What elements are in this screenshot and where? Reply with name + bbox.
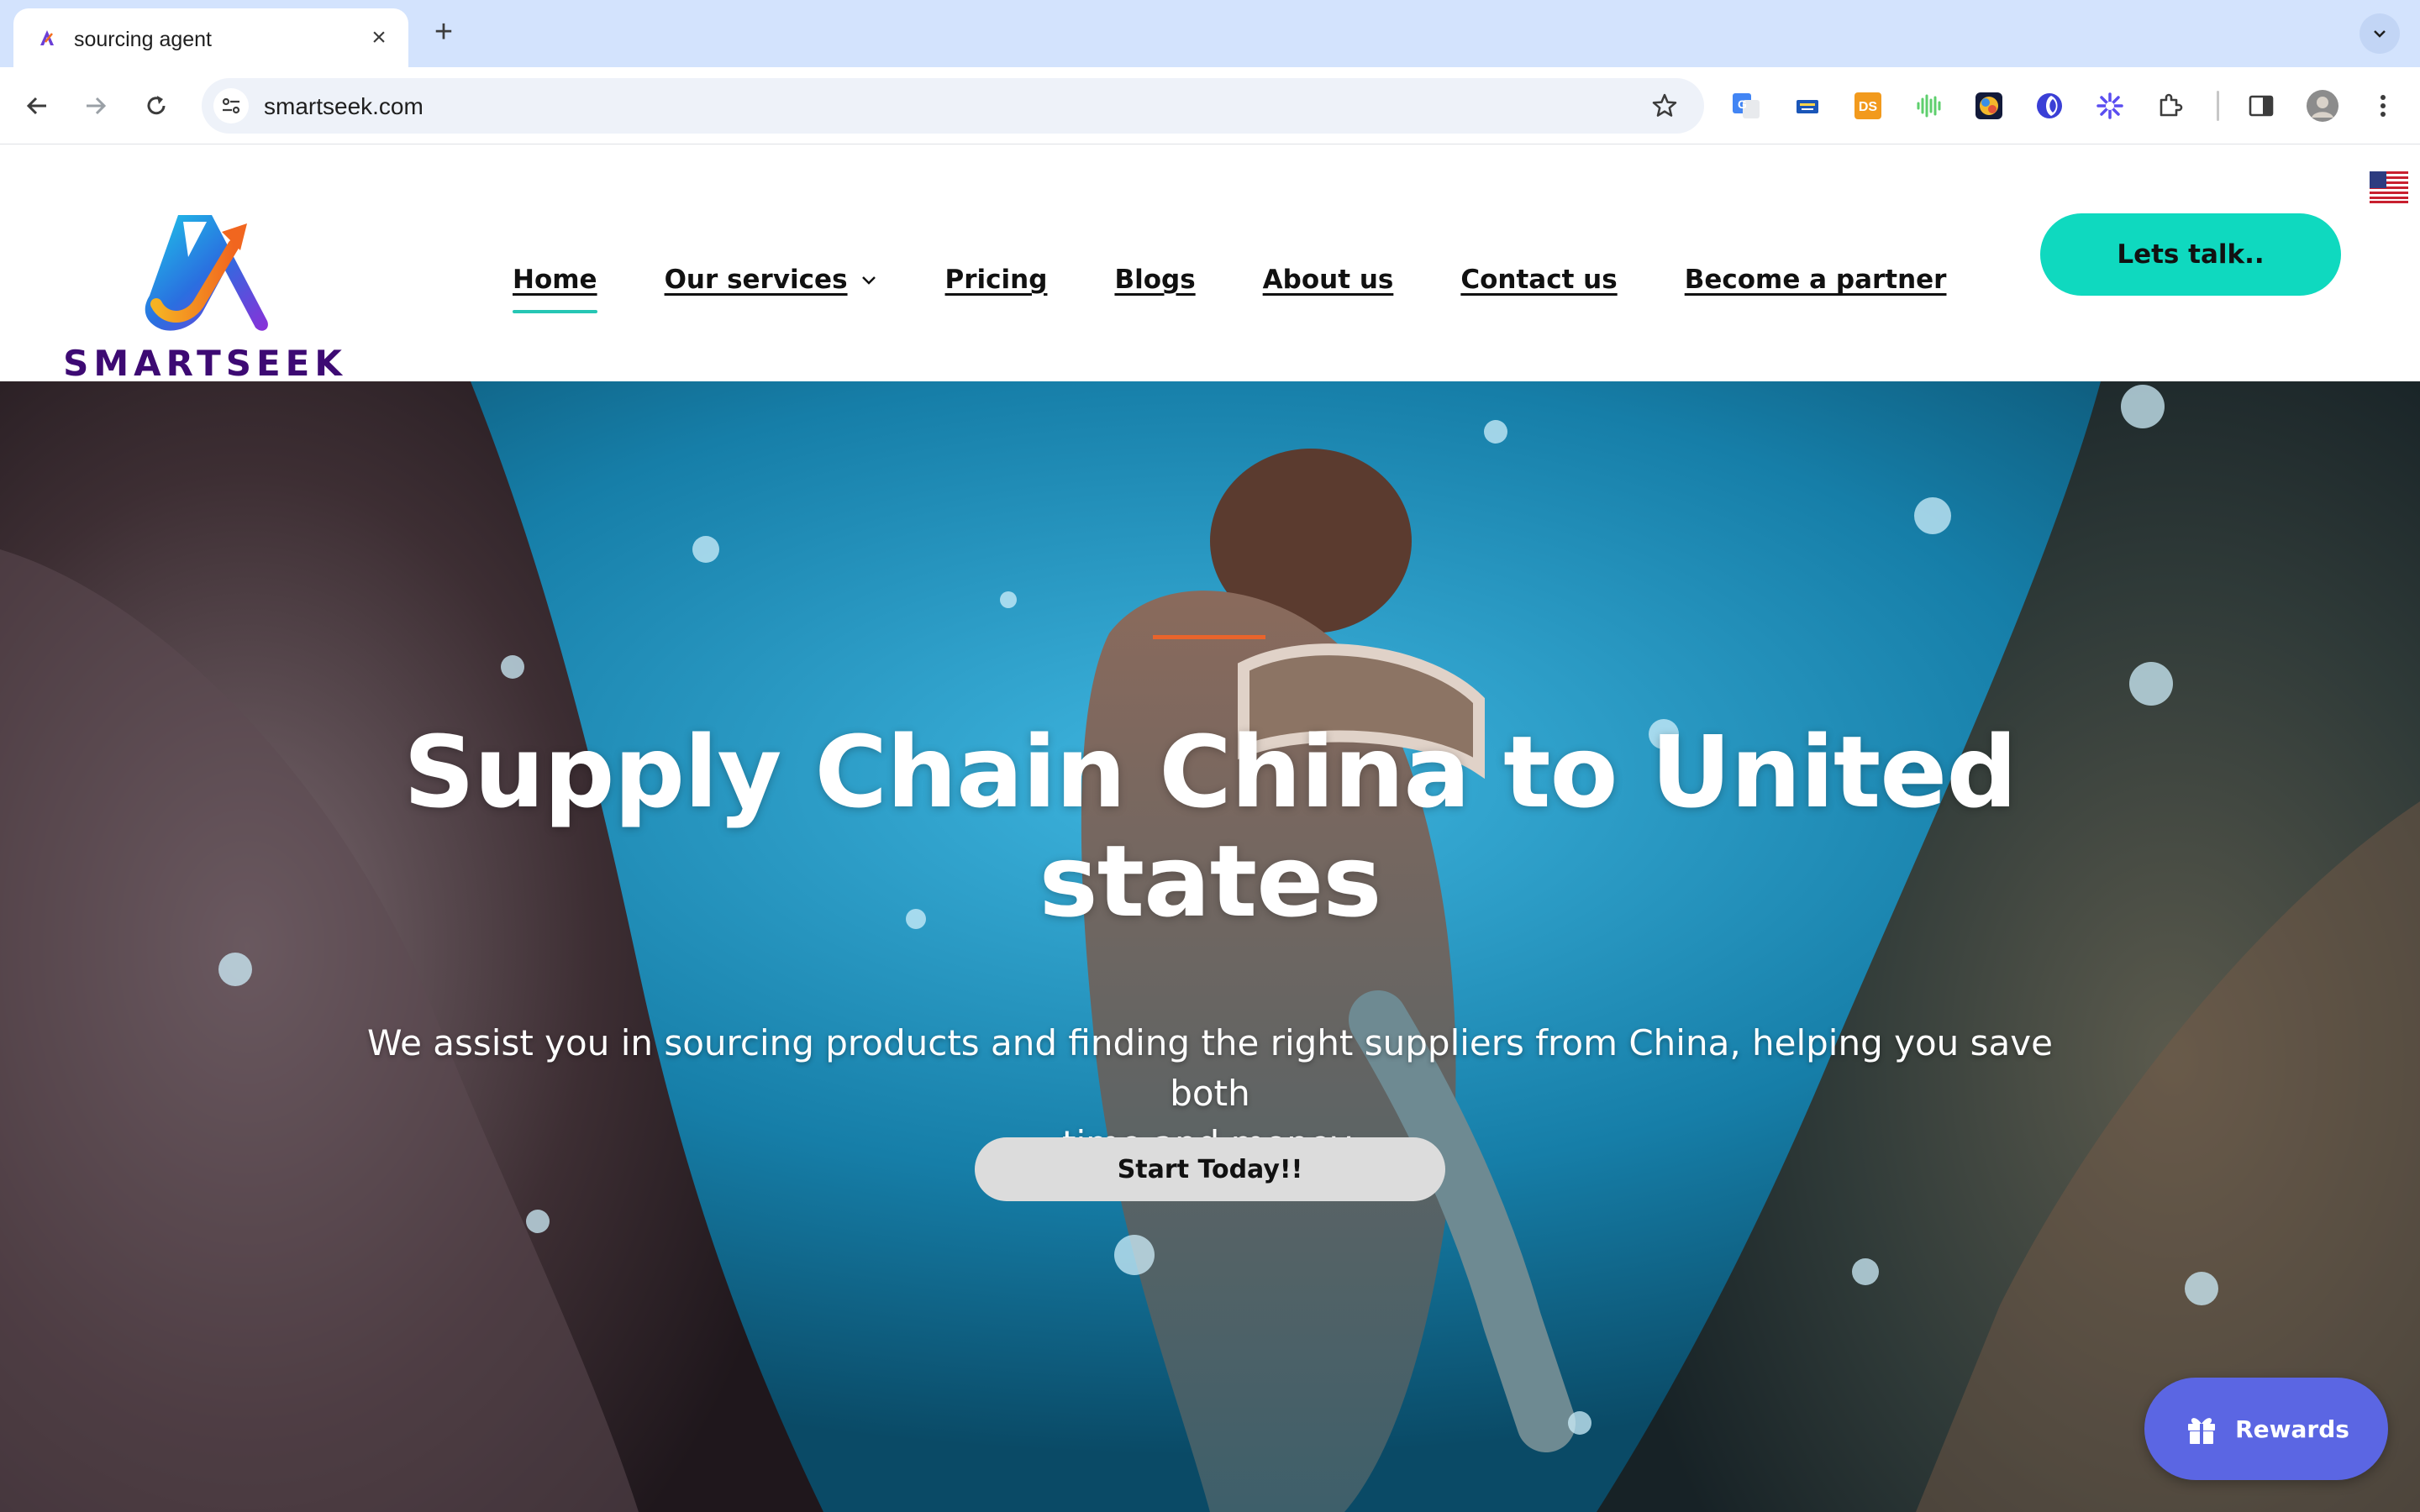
site-settings-icon[interactable] <box>213 88 249 123</box>
tab-title: sourcing agent <box>74 28 213 51</box>
tab-search-chevron-icon[interactable] <box>2360 13 2400 54</box>
hero-background-image <box>0 381 2420 1512</box>
forward-arrow-icon[interactable] <box>77 87 114 124</box>
colorful-extension-icon[interactable] <box>1972 89 2006 123</box>
main-nav: Home Our services Pricing Blogs About us… <box>513 259 2013 313</box>
gift-icon <box>2188 1418 2216 1444</box>
hero-subtitle-line1: We assist you in sourcing products and f… <box>367 1022 2053 1114</box>
nav-become-a-partner[interactable]: Become a partner <box>1685 265 1947 295</box>
site-logo[interactable]: SMARTSEEK <box>54 212 356 381</box>
puzzle-icon[interactable] <box>2154 89 2187 123</box>
svg-text:DS: DS <box>1859 100 1878 114</box>
rewards-label: Rewards <box>2235 1415 2349 1443</box>
hero-title-line2: states <box>1039 823 1382 939</box>
top-strip <box>0 144 2420 212</box>
start-today-button[interactable]: Start Today!! <box>975 1137 1445 1201</box>
site-header: SMARTSEEK Home Our services Pricing Blog… <box>0 212 2420 381</box>
keyboard-icon[interactable] <box>1791 89 1824 123</box>
svg-text:G: G <box>1738 97 1747 111</box>
browser-tab[interactable]: sourcing agent × <box>13 8 408 67</box>
close-tab-icon[interactable]: × <box>365 24 393 52</box>
side-panel-icon[interactable] <box>2244 89 2278 123</box>
browser-menu-icon[interactable] <box>2366 89 2400 123</box>
url-text[interactable]: smartseek.com <box>264 93 424 120</box>
nav-pricing[interactable]: Pricing <box>945 265 1048 295</box>
browser-tabstrip: sourcing agent × + <box>0 0 2420 67</box>
toolbar-separator <box>2217 91 2219 121</box>
lets-talk-button[interactable]: Lets talk.. <box>2040 213 2341 296</box>
audio-wave-icon[interactable] <box>1912 89 1945 123</box>
back-arrow-icon[interactable] <box>18 87 55 124</box>
us-flag-icon[interactable] <box>2370 171 2408 203</box>
hero-section: Supply Chain China to United states We a… <box>0 381 2420 1512</box>
hero-title: Supply Chain China to United states <box>370 717 2050 936</box>
new-tab-icon[interactable]: + <box>427 14 460 50</box>
nav-home[interactable]: Home <box>513 265 597 313</box>
google-translate-icon[interactable]: G <box>1729 89 1763 123</box>
nav-about-us[interactable]: About us <box>1263 265 1394 295</box>
hero-accent-line <box>1153 635 1265 639</box>
reload-icon[interactable] <box>138 87 175 124</box>
hero-title-line1: Supply Chain China to United <box>403 714 2018 830</box>
ds-icon[interactable]: DS <box>1851 89 1885 123</box>
browser-toolbar: smartseek.com G DS <box>0 67 2420 144</box>
sparkle-icon[interactable] <box>2093 89 2127 123</box>
rewards-widget-button[interactable]: Rewards <box>2144 1378 2388 1480</box>
nav-our-services[interactable]: Our services <box>665 265 878 295</box>
blue-moon-icon[interactable] <box>2033 89 2066 123</box>
smartseek-logo-icon <box>145 215 268 331</box>
nav-contact-us[interactable]: Contact us <box>1460 265 1617 295</box>
bookmark-star-icon[interactable] <box>1649 90 1681 122</box>
profile-avatar-icon[interactable] <box>2306 89 2339 123</box>
chevron-down-icon <box>861 276 876 285</box>
smartseek-favicon-icon <box>40 30 54 45</box>
nav-our-services-label: Our services <box>664 265 848 295</box>
logo-wordmark: SMARTSEEK <box>63 343 347 384</box>
nav-blogs[interactable]: Blogs <box>1114 265 1195 295</box>
address-bar[interactable]: smartseek.com <box>202 78 1704 134</box>
